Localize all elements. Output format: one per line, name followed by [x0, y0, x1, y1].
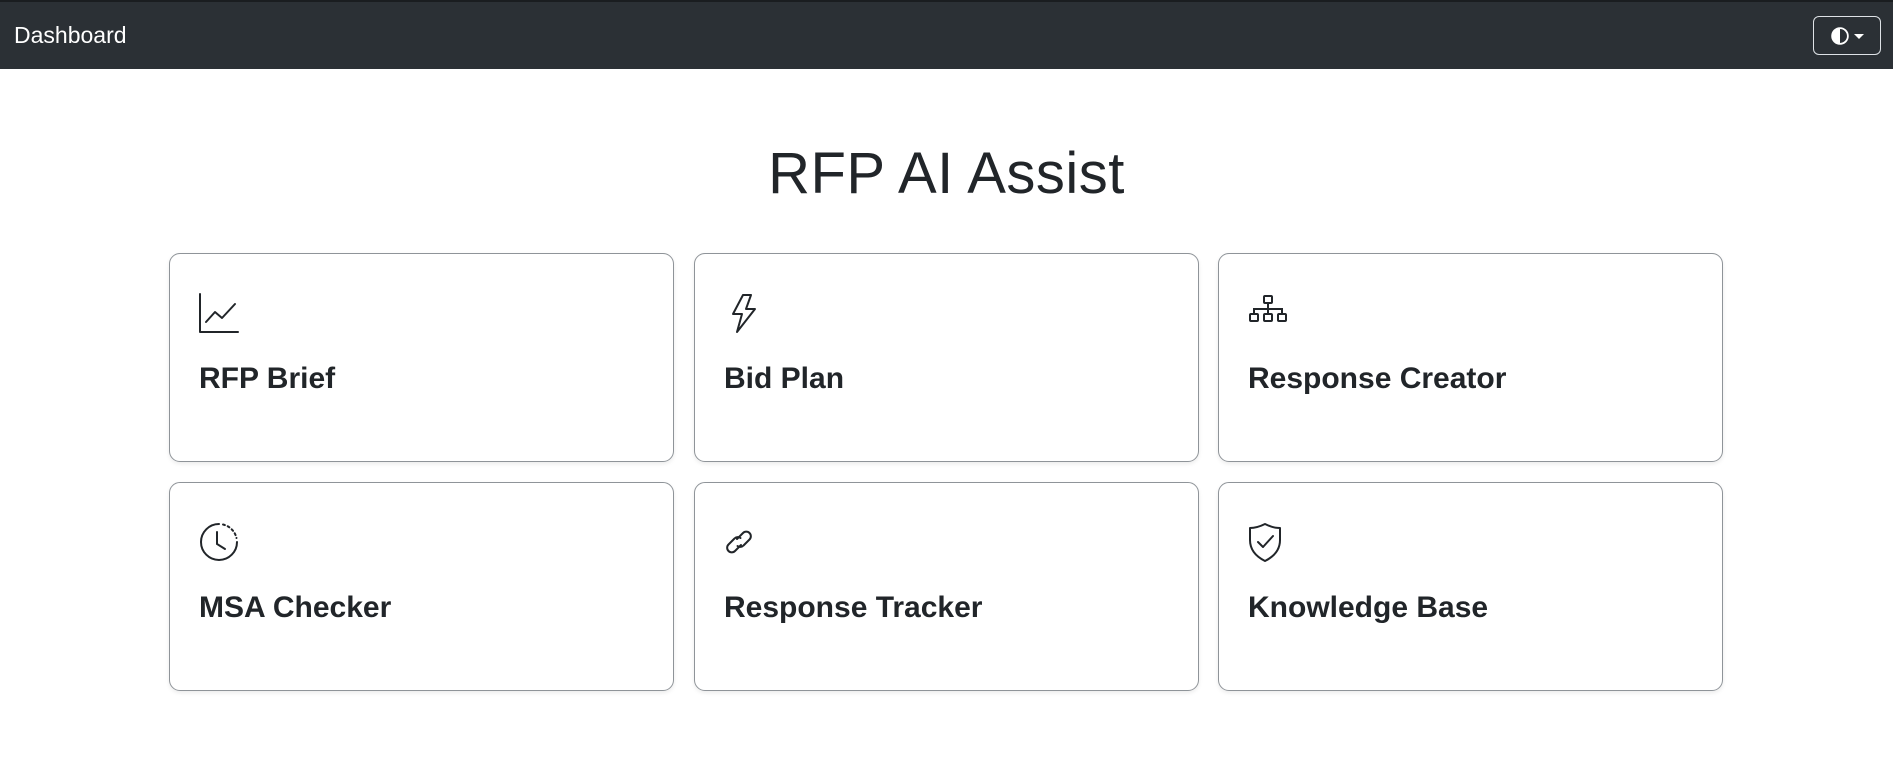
card-knowledge-base[interactable]: Knowledge Base: [1218, 482, 1723, 691]
card-msa-checker[interactable]: MSA Checker: [169, 482, 674, 691]
line-chart-icon: [199, 293, 239, 333]
navbar-brand[interactable]: Dashboard: [14, 24, 127, 47]
top-navbar: Dashboard: [0, 0, 1893, 69]
shield-check-icon: [1249, 523, 1281, 562]
clock-history-icon: [200, 523, 238, 561]
diagram-icon: [1249, 295, 1287, 322]
card-label: Bid Plan: [724, 362, 845, 395]
contrast-icon: [1830, 26, 1849, 45]
card-label: Response Tracker: [724, 591, 983, 624]
card-bid-plan[interactable]: Bid Plan: [694, 253, 1199, 462]
card-rfp-brief[interactable]: RFP Brief: [169, 253, 674, 462]
lightning-icon: [732, 294, 756, 333]
card-response-creator[interactable]: Response Creator: [1218, 253, 1723, 462]
card-label: RFP Brief: [199, 362, 336, 395]
theme-toggle-button[interactable]: [1813, 16, 1881, 55]
page-title: RFP AI Assist: [768, 140, 1125, 206]
card-label: Response Creator: [1248, 362, 1507, 395]
card-label: MSA Checker: [199, 591, 392, 624]
card-label: Knowledge Base: [1248, 591, 1489, 624]
card-response-tracker[interactable]: Response Tracker: [694, 482, 1199, 691]
link-icon: [726, 530, 752, 554]
chevron-down-icon: [1853, 33, 1864, 39]
